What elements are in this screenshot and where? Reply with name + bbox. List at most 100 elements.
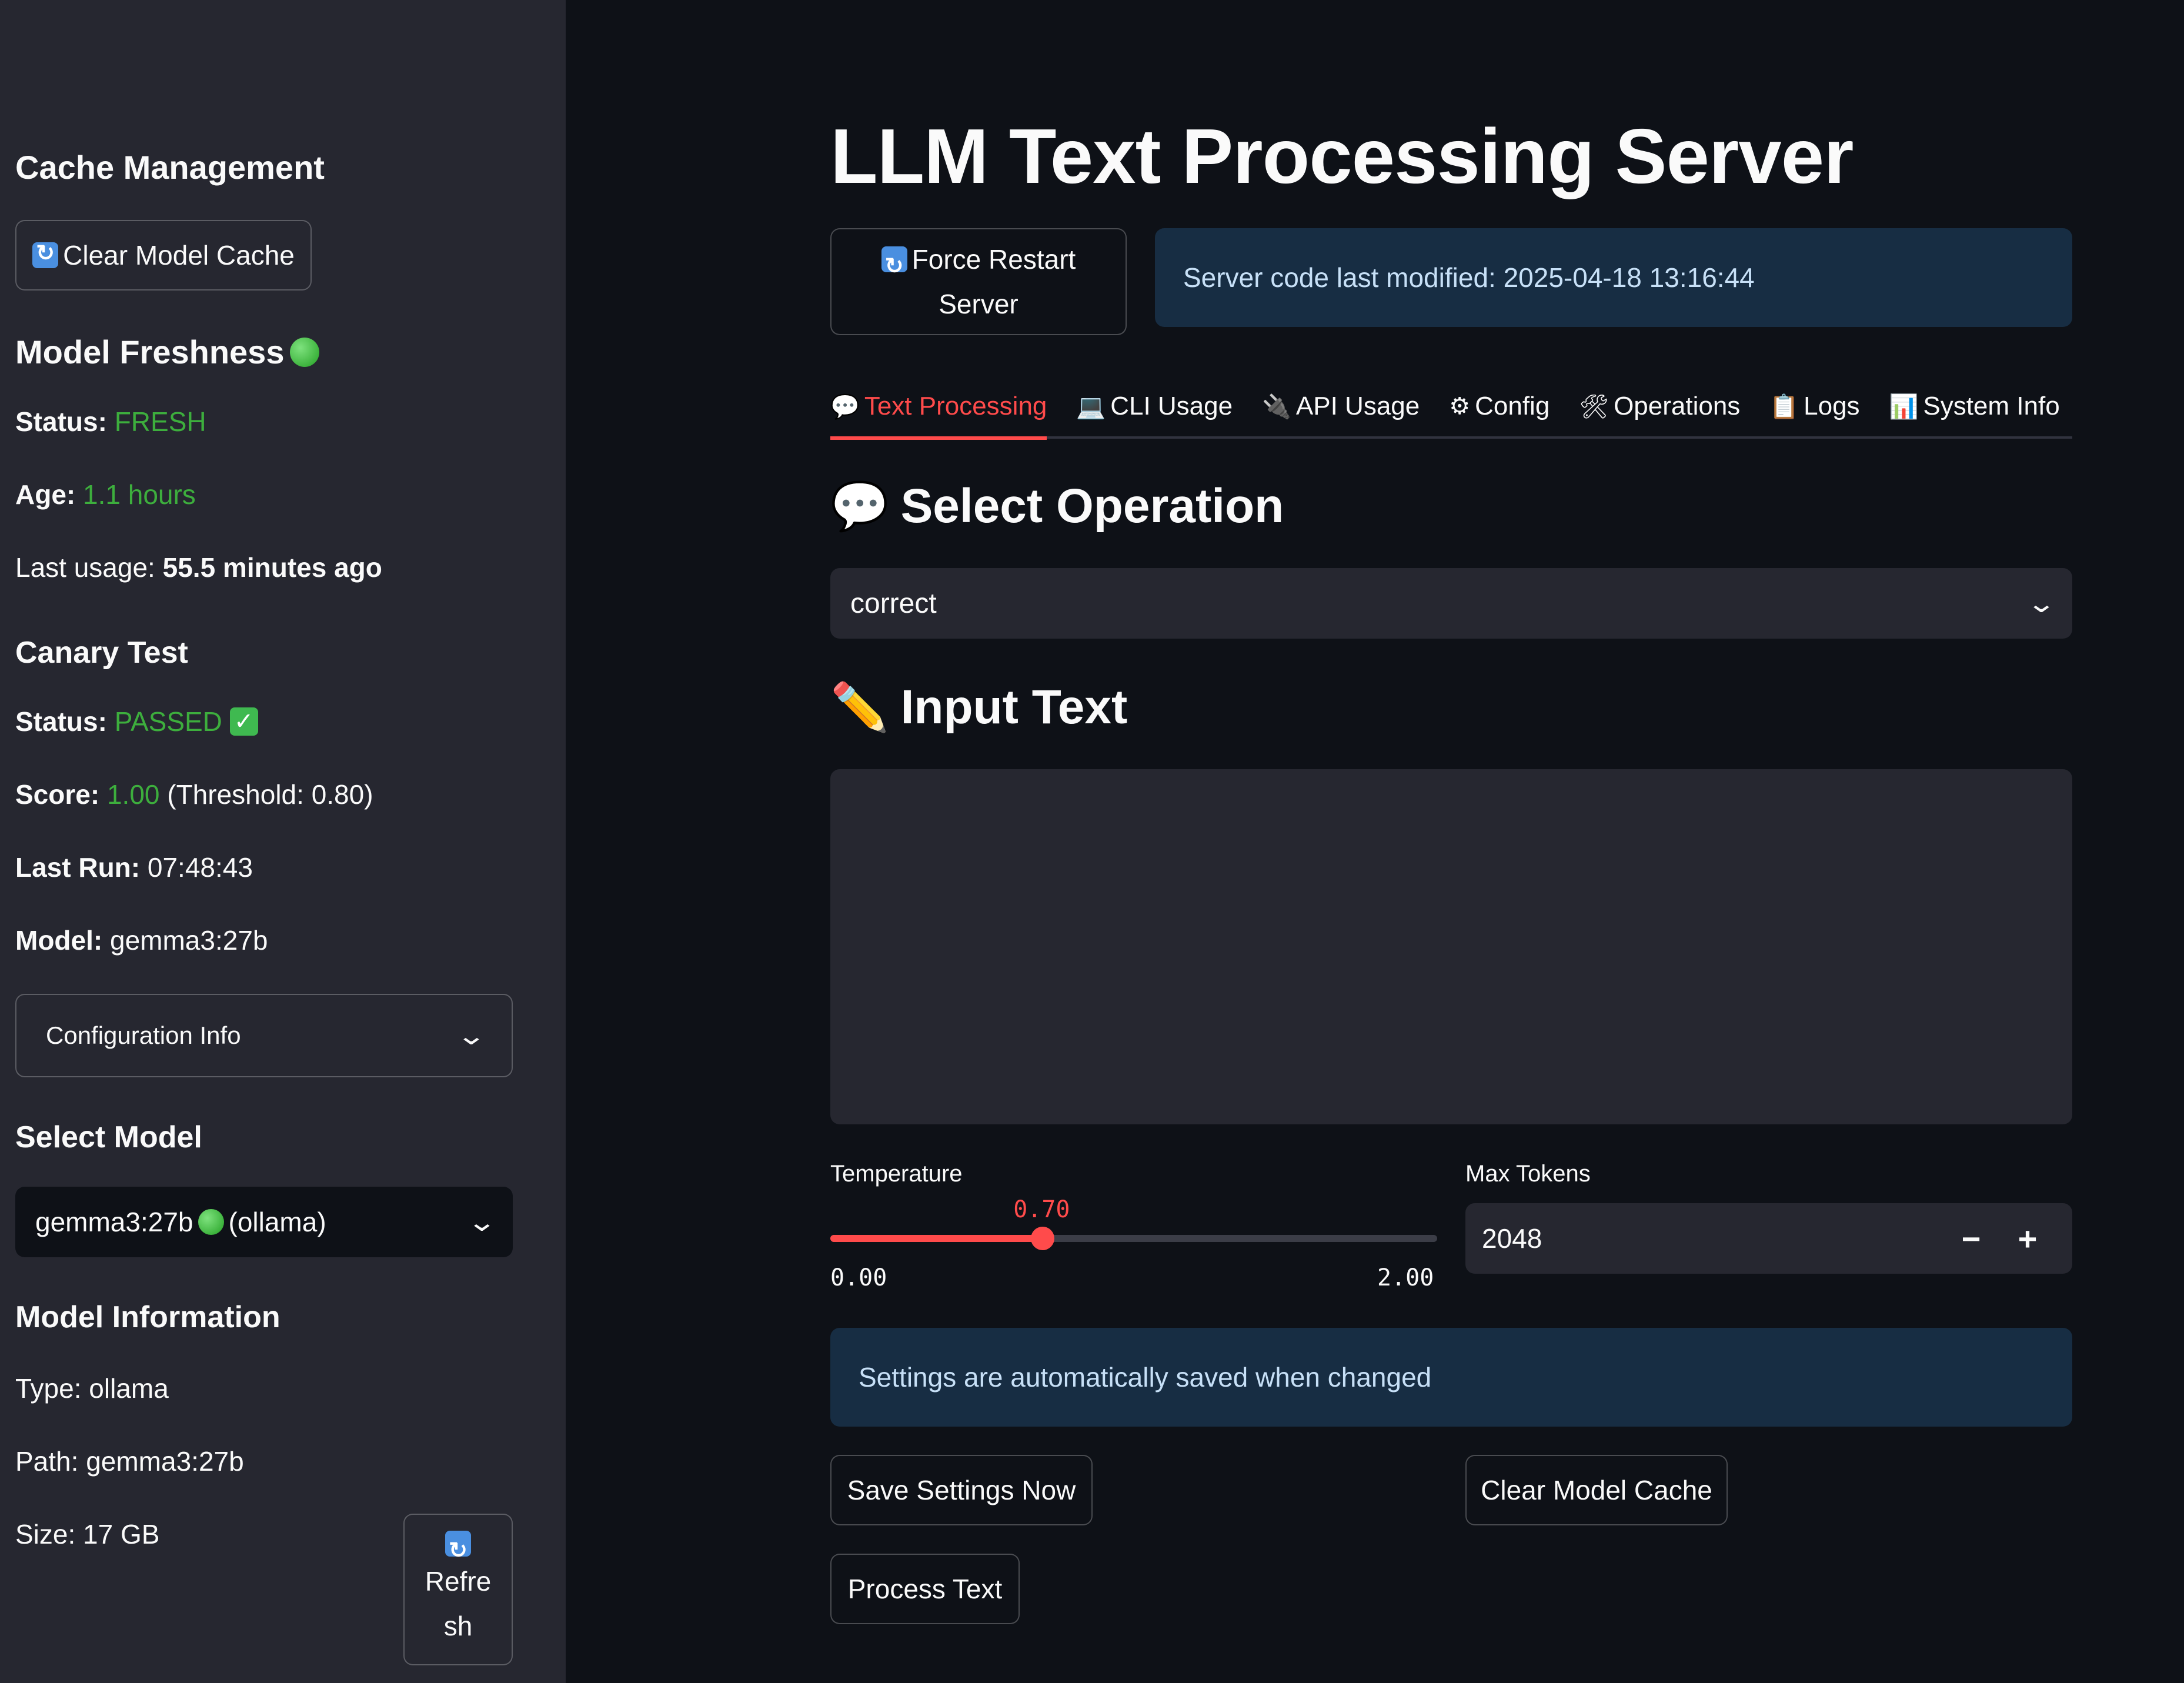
max-tokens-value[interactable]: 2048 (1482, 1223, 1943, 1254)
model-select-name: gemma3:27b (35, 1207, 193, 1237)
score-threshold: (Threshold: 0.80) (167, 779, 373, 810)
tab-operations[interactable]: 🛠 Operations (1579, 375, 1740, 438)
server-modified-text: Server code last modified: 2025-04-18 13… (1183, 262, 1755, 293)
chevron-down-icon: ⌄ (456, 1021, 487, 1050)
tab-cli-usage[interactable]: 💻 CLI Usage (1076, 375, 1233, 438)
tab-logs[interactable]: 📋 Logs (1769, 375, 1859, 438)
tab-text-processing[interactable]: 💬 Text Processing (830, 375, 1047, 440)
age-row: Age: 1.1 hours (15, 479, 196, 510)
clear-model-cache-button[interactable]: Clear Model Cache (1465, 1455, 1728, 1525)
model-row: Model: gemma3:27b (15, 924, 268, 956)
model-information-heading: Model Information (15, 1300, 280, 1334)
tab-label: Operations (1614, 392, 1741, 420)
refresh-label-line2: sh (443, 1611, 473, 1641)
force-restart-line1: Force Restart (881, 237, 1076, 289)
temperature-max: 2.00 (1377, 1264, 1434, 1291)
sidebar-clear-cache-label: Clear Model Cache (63, 240, 295, 271)
score-row: Score: 1.00 (Threshold: 0.80) (15, 779, 373, 810)
cache-management-heading: Cache Management (15, 149, 325, 186)
input-text-area[interactable] (830, 769, 2072, 1124)
temperature-slider-fill (830, 1235, 1043, 1242)
green-circle-icon (290, 337, 320, 367)
process-text-button[interactable]: Process Text (830, 1554, 1020, 1624)
speech-bubble-icon: 💬 (830, 480, 889, 532)
tab-api-usage[interactable]: 🔌 API Usage (1262, 375, 1420, 438)
tab-label: CLI Usage (1110, 392, 1233, 420)
tab-label: Text Processing (864, 392, 1047, 420)
operation-select-value: correct (850, 587, 937, 619)
model-label: Model: (15, 925, 103, 956)
plug-icon: 🔌 (1262, 393, 1291, 420)
max-tokens-input[interactable]: 2048 − + (1465, 1203, 2072, 1274)
select-model-heading: Select Model (15, 1120, 202, 1154)
model-freshness-heading-text: Model Freshness (15, 333, 285, 370)
temperature-min: 0.00 (830, 1264, 887, 1291)
last-usage-row: Last usage: 55.5 minutes ago (15, 552, 382, 583)
main-content: LLM Text Processing Server Force Restart… (566, 0, 2184, 1683)
tab-bar: 💬 Text Processing 💻 CLI Usage 🔌 API Usag… (830, 375, 2072, 440)
chevron-down-icon: ⌄ (466, 1207, 497, 1237)
speech-bubble-icon: 💬 (830, 393, 860, 420)
canary-status: Status: PASSED ✓ (15, 706, 258, 737)
bar-chart-icon: 📊 (1889, 393, 1919, 420)
temperature-label: Temperature (830, 1161, 963, 1187)
score-value: 1.00 (106, 779, 160, 810)
tab-label: API Usage (1295, 392, 1420, 420)
increment-button[interactable]: + (1999, 1220, 2056, 1258)
canary-test-heading: Canary Test (15, 636, 188, 670)
tab-label: Logs (1804, 392, 1860, 420)
last-usage-value: 55.5 minutes ago (162, 552, 382, 583)
app-root: Cache Management Clear Model Cache Model… (0, 0, 2184, 1683)
configuration-info-expander[interactable]: Configuration Info ⌄ (15, 994, 513, 1077)
last-usage-label: Last usage: (15, 552, 155, 583)
age-label: Age: (15, 479, 76, 510)
model-select[interactable]: gemma3:27b (ollama) ⌄ (15, 1187, 513, 1257)
laptop-icon: 💻 (1076, 393, 1106, 420)
tab-label: System Info (1923, 392, 2060, 420)
max-tokens-label: Max Tokens (1465, 1161, 1591, 1187)
last-run-label: Last Run: (15, 852, 141, 883)
model-type: Type: ollama (15, 1373, 169, 1404)
refresh-icon (881, 244, 907, 289)
chevron-down-icon: ⌄ (2026, 589, 2057, 618)
check-mark-icon: ✓ (229, 707, 258, 736)
model-value: gemma3:27b (109, 925, 268, 956)
server-modified-info: Server code last modified: 2025-04-18 13… (1155, 228, 2072, 327)
canary-status-label: Status: (15, 706, 107, 737)
model-select-suffix: (ollama) (228, 1207, 326, 1237)
refresh-button[interactable]: Refre sh (403, 1514, 513, 1665)
freshness-status-label: Status: (15, 406, 107, 437)
refresh-icon (32, 240, 59, 268)
model-path: Path: gemma3:27b (15, 1446, 244, 1477)
temperature-slider-thumb[interactable] (1031, 1227, 1055, 1250)
refresh-icon (445, 1528, 471, 1573)
save-settings-button[interactable]: Save Settings Now (830, 1455, 1093, 1525)
select-operation-heading-text: Select Operation (900, 479, 1284, 533)
tab-system-info[interactable]: 📊 System Info (1889, 375, 2060, 438)
input-text-heading-text: Input Text (900, 680, 1128, 734)
model-freshness-heading: Model Freshness (15, 333, 320, 371)
canary-status-value: PASSED (114, 706, 222, 737)
temperature-slider[interactable] (830, 1227, 1437, 1250)
select-operation-heading: 💬 Select Operation (830, 479, 1284, 534)
last-run-value: 07:48:43 (147, 852, 253, 883)
score-label: Score: (15, 779, 100, 810)
clipboard-icon: 📋 (1769, 393, 1799, 420)
force-restart-button[interactable]: Force Restart Server (830, 228, 1127, 335)
page-title: LLM Text Processing Server (830, 113, 1854, 199)
operation-select[interactable]: correct ⌄ (830, 568, 2072, 639)
force-restart-label-line2: Server (939, 289, 1018, 319)
sidebar-clear-cache-button[interactable]: Clear Model Cache (15, 220, 312, 290)
tab-label: Config (1475, 392, 1550, 420)
freshness-status-value: FRESH (114, 406, 206, 437)
pencil-icon: ✏️ (830, 681, 889, 733)
autosave-info-text: Settings are automatically saved when ch… (859, 1362, 1432, 1393)
sidebar: Cache Management Clear Model Cache Model… (0, 0, 566, 1683)
model-size: Size: 17 GB (15, 1519, 160, 1550)
decrement-button[interactable]: − (1943, 1220, 1999, 1258)
green-circle-icon (198, 1209, 224, 1235)
input-text-heading: ✏️ Input Text (830, 680, 1127, 735)
temperature-value: 0.70 (1013, 1196, 1070, 1223)
last-run-row: Last Run: 07:48:43 (15, 851, 253, 883)
tab-config[interactable]: ⚙ Config (1449, 375, 1549, 438)
